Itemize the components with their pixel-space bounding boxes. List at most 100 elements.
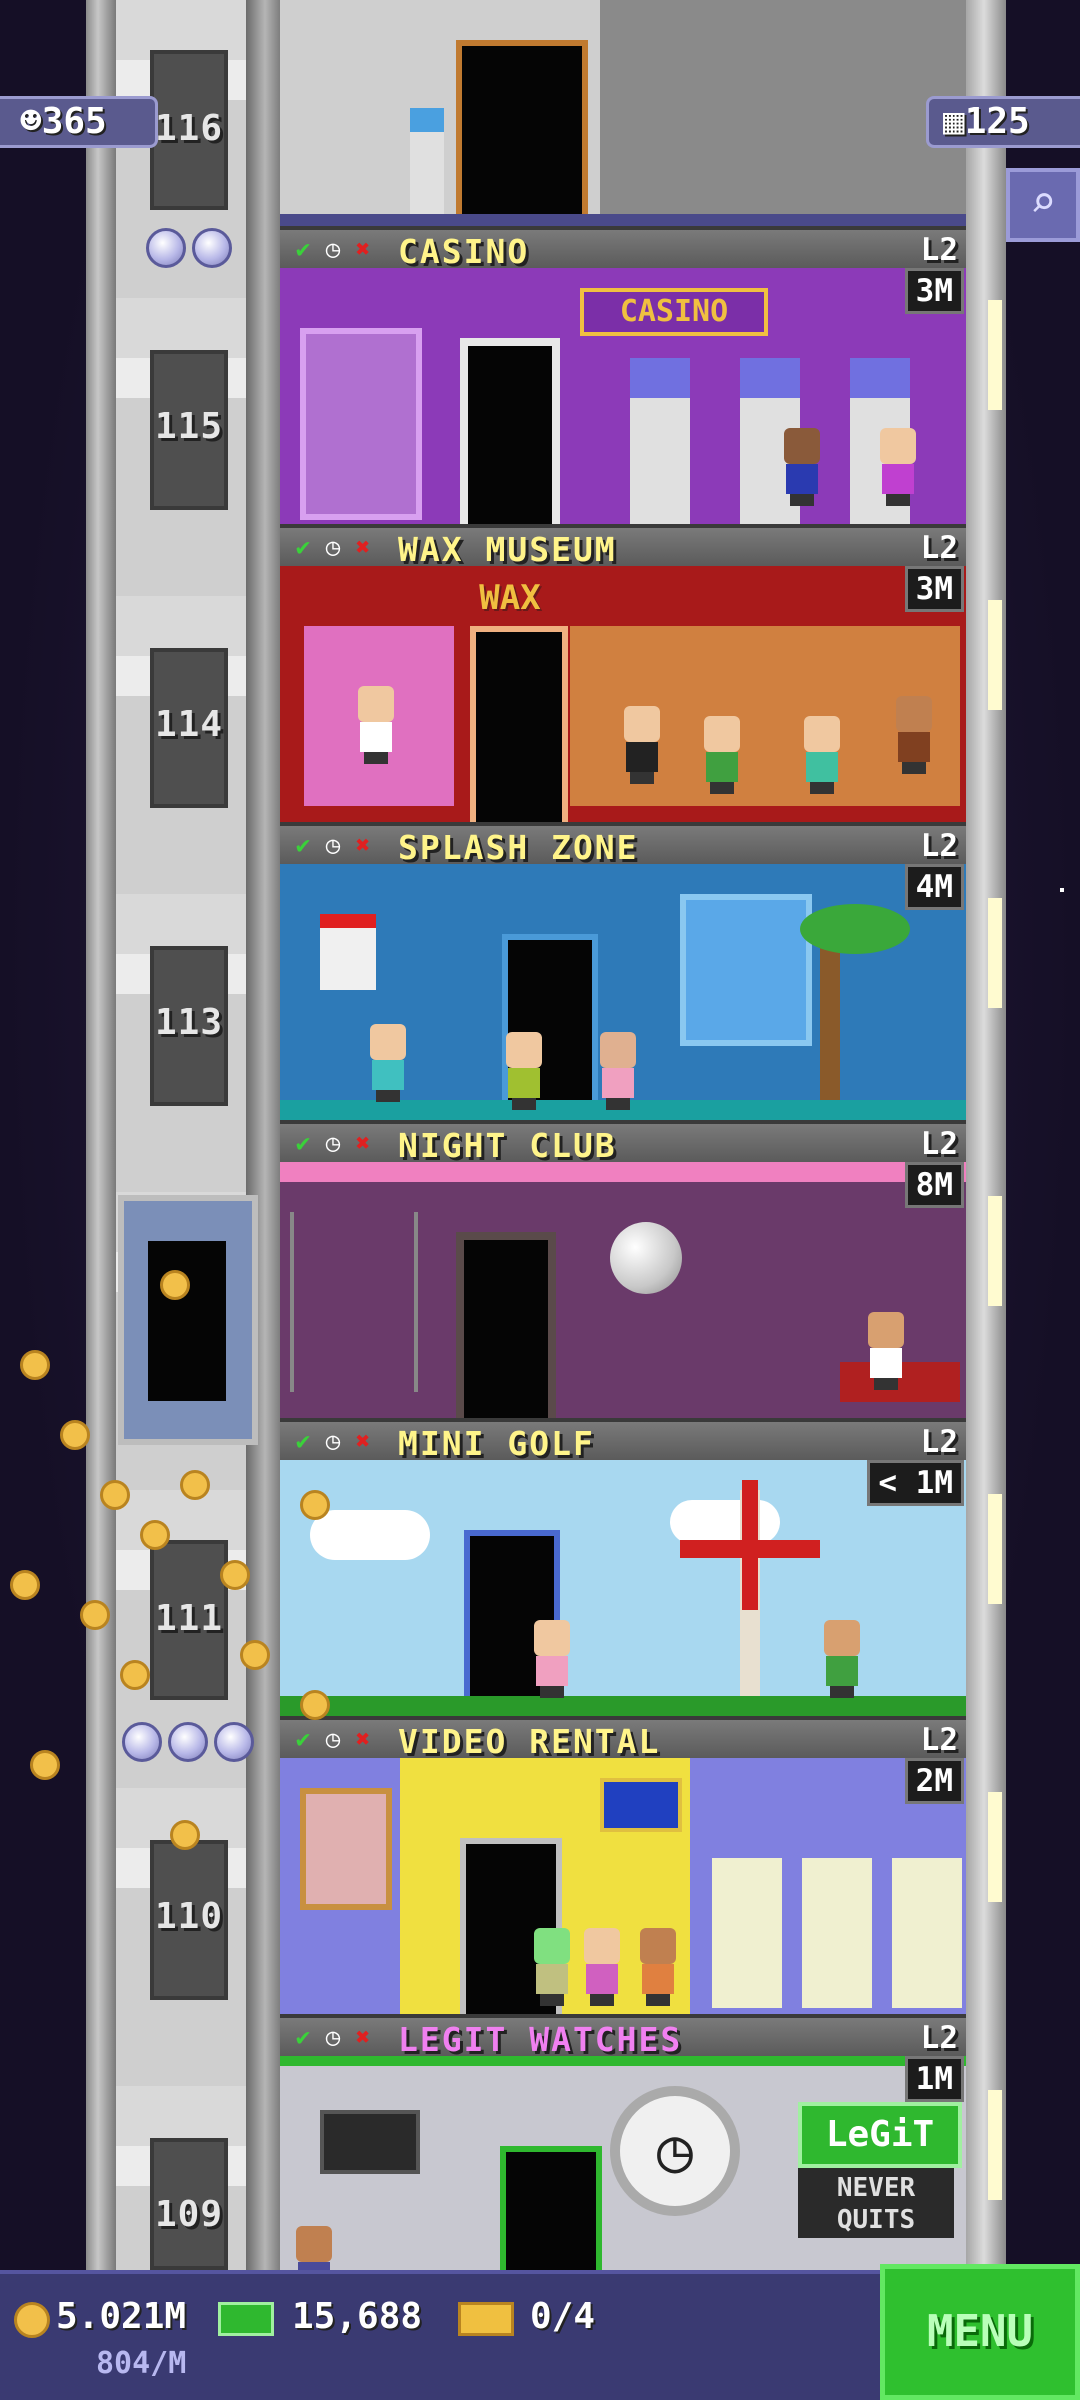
floor-video-rental[interactable]: ✔ ◷ ✖ VIDEO RENTAL L2 2M	[280, 1716, 966, 2014]
cloud	[310, 1510, 430, 1560]
check-icon: ✔	[295, 1129, 311, 1157]
floor-header: ✔ ◷ ✖ NIGHT CLUB L2	[280, 1120, 966, 1165]
bux-icon	[218, 2302, 274, 2336]
coins-value: 5.021M	[56, 2296, 187, 2337]
tv-monitor	[320, 2110, 420, 2174]
floor-room: WAX	[280, 566, 966, 822]
close-icon: ✖	[355, 1129, 371, 1157]
bitizen[interactable]	[636, 1928, 680, 2006]
floor-name: LEGIT WATCHES	[398, 2020, 683, 2059]
bitizen[interactable]	[864, 1312, 908, 1390]
room-sign: LeGiT	[798, 2102, 962, 2168]
elevator-rail-right	[246, 0, 284, 2270]
coin-particle	[140, 1520, 170, 1550]
star-icon	[214, 1722, 254, 1762]
floors-value: 125	[964, 101, 1030, 142]
close-icon: ✖	[355, 831, 371, 859]
floor-name: CASINO	[398, 232, 530, 271]
bitizen[interactable]	[820, 1620, 864, 1698]
wall-sign	[320, 914, 376, 990]
bitizen[interactable]	[530, 1928, 574, 2006]
coin-icon	[14, 2302, 50, 2338]
floor-room	[280, 0, 966, 220]
star-icon	[168, 1722, 208, 1762]
bitizen[interactable]	[800, 716, 844, 794]
floor-casino[interactable]: ✔ ◷ ✖ CASINO L2 CASINO 3M	[280, 226, 966, 524]
bitizen[interactable]	[580, 1928, 624, 2006]
floor-splash-zone[interactable]: ✔ ◷ ✖ SPLASH ZONE L2 4M	[280, 822, 966, 1120]
floor-income: 4M	[904, 864, 964, 910]
wall-light	[988, 2090, 1002, 2200]
close-icon: ✖	[355, 1427, 371, 1455]
wall-light	[988, 898, 1002, 1008]
coin-particle	[80, 1600, 110, 1630]
floor-income: 3M	[904, 566, 964, 612]
coin-particle	[160, 1270, 190, 1300]
elevator-car[interactable]	[118, 1195, 258, 1445]
wax-figure	[354, 686, 398, 764]
floor-wax-museum[interactable]: ✔ ◷ ✖ WAX MUSEUM L2 WAX 3M	[280, 524, 966, 822]
slot-machine	[630, 358, 690, 524]
search-icon: ⌕	[1029, 177, 1057, 228]
floor-room	[280, 1460, 966, 1716]
floor-room	[280, 864, 966, 1120]
floor-level: L2	[920, 1722, 958, 1758]
population-value: 365	[41, 101, 107, 142]
bitizen[interactable]	[596, 1032, 640, 1110]
star	[1060, 888, 1064, 892]
shaft-floor-number: 116	[154, 108, 224, 149]
menu-button[interactable]: MENU	[880, 2264, 1080, 2400]
coins-rate: 804/M	[96, 2346, 187, 2381]
floor-slab	[280, 214, 966, 226]
coin-particle	[170, 1820, 200, 1850]
room-sign-slogan: NEVER QUITS	[798, 2168, 954, 2238]
floor-night-club[interactable]: ✔ ◷ ✖ NIGHT CLUB L2 8M	[280, 1120, 966, 1418]
clock-icon: ◷	[610, 2086, 740, 2216]
floor-level: L2	[920, 828, 958, 864]
clock-icon: ◷	[325, 831, 341, 859]
floor-name: MINI GOLF	[398, 1424, 595, 1463]
floor-room	[280, 1758, 966, 2014]
floors-badge[interactable]: ▦125	[926, 96, 1080, 148]
wax-figure	[892, 696, 936, 774]
bitizen[interactable]	[502, 1032, 546, 1110]
store-sign	[600, 1778, 682, 1832]
room-sign: CASINO	[580, 288, 768, 336]
coin-particle	[120, 1660, 150, 1690]
floor-mini-golf[interactable]: ✔ ◷ ✖ MINI GOLF L2 < 1M	[280, 1418, 966, 1716]
bitizen[interactable]	[700, 716, 744, 794]
star-icon	[122, 1722, 162, 1762]
search-button[interactable]: ⌕	[1006, 168, 1080, 242]
bitizen[interactable]	[366, 1024, 410, 1102]
shaft-floor-number: 109	[154, 2194, 224, 2235]
dvd-shelf	[802, 1858, 872, 2008]
clock-icon: ◷	[325, 533, 341, 561]
decor-panel	[300, 328, 422, 520]
star-icon	[192, 228, 232, 268]
light-rail	[280, 1162, 966, 1182]
poster	[300, 1788, 392, 1910]
bitizen[interactable]	[530, 1620, 574, 1698]
clock-icon: ◷	[325, 2023, 341, 2051]
shaft-floor-number: 111	[154, 1598, 224, 1639]
wax-figure	[620, 706, 664, 784]
elevator-door	[148, 1241, 226, 1401]
close-icon: ✖	[355, 235, 371, 263]
bitizen[interactable]	[780, 428, 824, 506]
close-icon: ✖	[355, 1725, 371, 1753]
floor-name: WAX MUSEUM	[398, 530, 617, 569]
population-icon: ☻	[20, 101, 42, 142]
floor-top-partial[interactable]	[280, 0, 966, 226]
bitizen[interactable]	[876, 428, 920, 506]
bitizen[interactable]	[292, 2226, 336, 2270]
floor-legit-watches[interactable]: ✔ ◷ ✖ LEGIT WATCHES L2 ◷ LeGiT NEVER QUI…	[280, 2014, 966, 2270]
floor-name: NIGHT CLUB	[398, 1126, 617, 1165]
population-badge[interactable]: ☻365	[0, 96, 158, 148]
accent-stripe	[280, 2056, 966, 2066]
floor-level: L2	[920, 1424, 958, 1460]
coin-particle	[100, 1480, 130, 1510]
dvd-shelf	[712, 1858, 782, 2008]
room-door	[456, 40, 588, 220]
floor-header: ✔ ◷ ✖ WAX MUSEUM L2	[280, 524, 966, 569]
coin-particle	[180, 1470, 210, 1500]
